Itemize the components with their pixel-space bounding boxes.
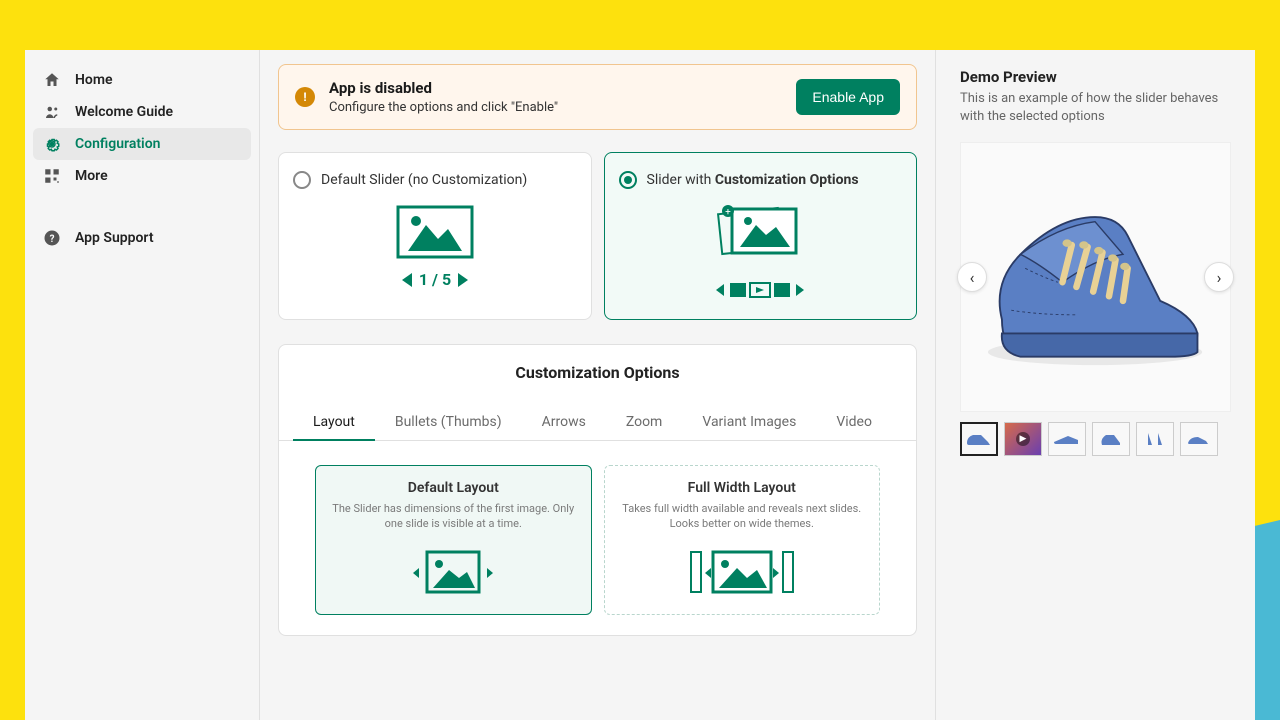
default-slider-card[interactable]: Default Slider (no Customization) 1 / 5	[278, 152, 592, 320]
gear-icon	[43, 135, 61, 153]
tab-zoom[interactable]: Zoom	[606, 404, 683, 440]
sidebar-item-label: Configuration	[75, 136, 160, 152]
fullwidth-layout-graphic	[687, 546, 797, 600]
preview-thumb[interactable]	[960, 422, 998, 456]
customization-panel: Customization Options Layout Bullets (Th…	[278, 344, 917, 636]
demo-preview-panel: Demo Preview This is an example of how t…	[935, 50, 1255, 720]
sidebar: Home Welcome Guide Configuration More ? …	[25, 50, 260, 720]
preview-next-button[interactable]: ›	[1204, 262, 1234, 292]
sidebar-item-welcome[interactable]: Welcome Guide	[25, 96, 259, 128]
customization-tabs: Layout Bullets (Thumbs) Arrows Zoom Vari…	[279, 404, 916, 441]
sidebar-item-home[interactable]: Home	[25, 64, 259, 96]
fullwidth-layout-card[interactable]: Full Width Layout Takes full width avail…	[604, 465, 881, 615]
preview-thumb[interactable]	[1180, 422, 1218, 456]
tab-video[interactable]: Video	[816, 404, 892, 440]
tab-arrows[interactable]: Arrows	[522, 404, 606, 440]
tab-layout[interactable]: Layout	[293, 404, 375, 440]
default-layout-card[interactable]: Default Layout The Slider has dimensions…	[315, 465, 592, 615]
grid-icon	[43, 167, 61, 185]
disabled-banner: ! App is disabled Configure the options …	[278, 64, 917, 130]
svg-text:1 / 5: 1 / 5	[419, 270, 451, 289]
svg-text:?: ?	[50, 234, 55, 245]
layout-desc: Takes full width available and reveals n…	[615, 501, 870, 532]
home-icon	[43, 71, 61, 89]
banner-subtitle: Configure the options and click "Enable"	[329, 100, 782, 115]
layout-title: Default Layout	[408, 480, 499, 496]
preview-thumb[interactable]	[1092, 422, 1130, 456]
preview-thumb-video[interactable]	[1004, 422, 1042, 456]
shoe-illustration	[974, 157, 1216, 398]
sidebar-item-label: Home	[75, 72, 113, 88]
help-icon: ?	[43, 229, 61, 247]
sidebar-item-label: More	[75, 168, 108, 184]
banner-title: App is disabled	[329, 79, 782, 97]
sidebar-item-more[interactable]: More	[25, 160, 259, 192]
sidebar-item-label: Welcome Guide	[75, 104, 173, 120]
custom-slider-card[interactable]: Slider with Customization Options +	[604, 152, 918, 320]
default-layout-graphic	[403, 546, 503, 600]
radio-default-slider[interactable]	[293, 171, 311, 189]
preview-thumb[interactable]	[1048, 422, 1086, 456]
default-slider-graphic: 1 / 5	[390, 203, 480, 291]
warning-icon: !	[295, 87, 315, 107]
preview-thumb[interactable]	[1136, 422, 1174, 456]
layout-title: Full Width Layout	[688, 480, 796, 496]
sidebar-item-label: App Support	[75, 230, 154, 246]
custom-slider-graphic: +	[710, 203, 810, 301]
layout-desc: The Slider has dimensions of the first i…	[326, 501, 581, 532]
tab-variant[interactable]: Variant Images	[682, 404, 816, 440]
svg-text:+: +	[725, 207, 731, 218]
customization-title: Customization Options	[279, 363, 916, 382]
sidebar-item-support[interactable]: ? App Support	[25, 222, 259, 254]
preview-main-image: ‹ ›	[960, 142, 1231, 412]
custom-slider-label: Slider with Customization Options	[647, 172, 859, 188]
enable-app-button[interactable]: Enable App	[796, 79, 900, 115]
preview-title: Demo Preview	[960, 68, 1231, 86]
radio-custom-slider[interactable]	[619, 171, 637, 189]
sidebar-item-configuration[interactable]: Configuration	[33, 128, 251, 160]
preview-thumbnails	[960, 422, 1231, 456]
preview-subtitle: This is an example of how the slider beh…	[960, 90, 1231, 126]
tab-bullets[interactable]: Bullets (Thumbs)	[375, 404, 522, 440]
default-slider-label: Default Slider (no Customization)	[321, 172, 527, 188]
guide-icon	[43, 103, 61, 121]
